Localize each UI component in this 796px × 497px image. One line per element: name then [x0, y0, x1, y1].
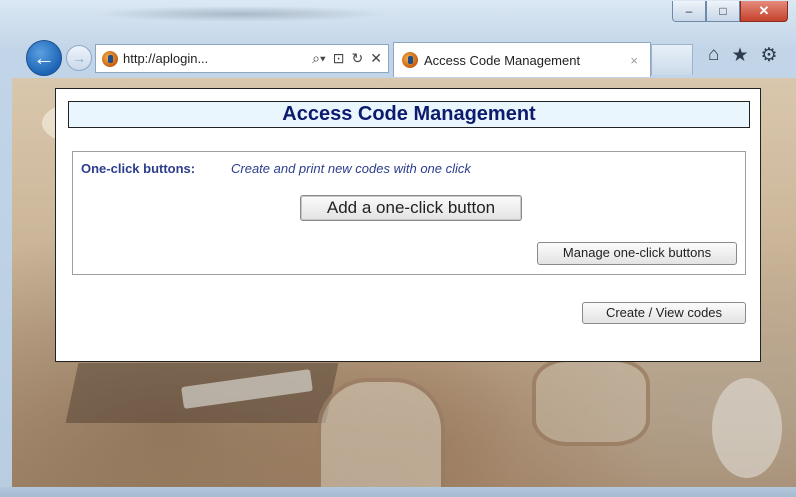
title-bar-blur	[90, 6, 390, 22]
address-bar[interactable]: http://aplogin... ⌕▾ ⊡ ↻ ✕	[95, 44, 389, 73]
add-one-click-button[interactable]: Add a one-click button	[300, 195, 522, 221]
title-bar: – □ ✕	[0, 0, 796, 40]
arrow-right-icon: →	[72, 50, 86, 66]
address-url[interactable]: http://aplogin...	[123, 51, 312, 66]
close-window-button[interactable]: ✕	[740, 1, 788, 22]
address-controls: ⌕▾ ⊡ ↻ ✕	[312, 50, 382, 67]
search-dropdown-icon[interactable]: ⌕▾	[312, 50, 326, 67]
tab-access-code-management[interactable]: Access Code Management ×	[393, 42, 651, 77]
access-code-panel: Access Code Management One-click buttons…	[55, 88, 761, 362]
maximize-button[interactable]: □	[706, 1, 740, 22]
stop-icon[interactable]: ✕	[370, 50, 382, 67]
background-image-part	[532, 358, 650, 446]
minimize-icon: –	[685, 4, 693, 18]
one-click-section: One-click buttons: Create and print new …	[72, 151, 746, 275]
arrow-left-icon: ←	[33, 45, 55, 70]
gear-icon[interactable]: ⚙	[761, 44, 778, 67]
manage-one-click-buttons-button[interactable]: Manage one-click buttons	[537, 242, 737, 265]
tab-favicon-icon	[402, 52, 418, 68]
one-click-label: One-click buttons:	[81, 161, 196, 176]
tab-close-icon[interactable]: ×	[630, 53, 638, 68]
new-tab-button[interactable]	[651, 44, 693, 75]
minimize-button[interactable]: –	[672, 1, 706, 22]
toolbar-icons: ⌂ ★ ⚙	[708, 44, 778, 67]
forward-button[interactable]: →	[66, 45, 92, 71]
tab-title: Access Code Management	[424, 52, 581, 68]
home-icon[interactable]: ⌂	[708, 44, 719, 67]
page-title: Access Code Management	[68, 101, 750, 128]
refresh-icon[interactable]: ↻	[352, 50, 364, 67]
window-controls: – □ ✕	[672, 1, 788, 22]
maximize-icon: □	[719, 4, 727, 18]
close-icon: ✕	[758, 3, 770, 18]
browser-window: – □ ✕ ← → http://aplogin... ⌕▾ ⊡ ↻ ✕ Acc…	[0, 0, 796, 497]
background-image-part	[712, 378, 782, 478]
background-image-part	[317, 378, 445, 487]
site-favicon-icon	[102, 50, 118, 67]
one-click-description: Create and print new codes with one clic…	[231, 161, 471, 176]
back-button[interactable]: ←	[26, 40, 62, 76]
window-bottom-edge	[0, 487, 796, 497]
compatibility-view-icon[interactable]: ⊡	[333, 50, 345, 67]
create-view-codes-button[interactable]: Create / View codes	[582, 302, 746, 324]
favorites-star-icon[interactable]: ★	[731, 44, 748, 67]
